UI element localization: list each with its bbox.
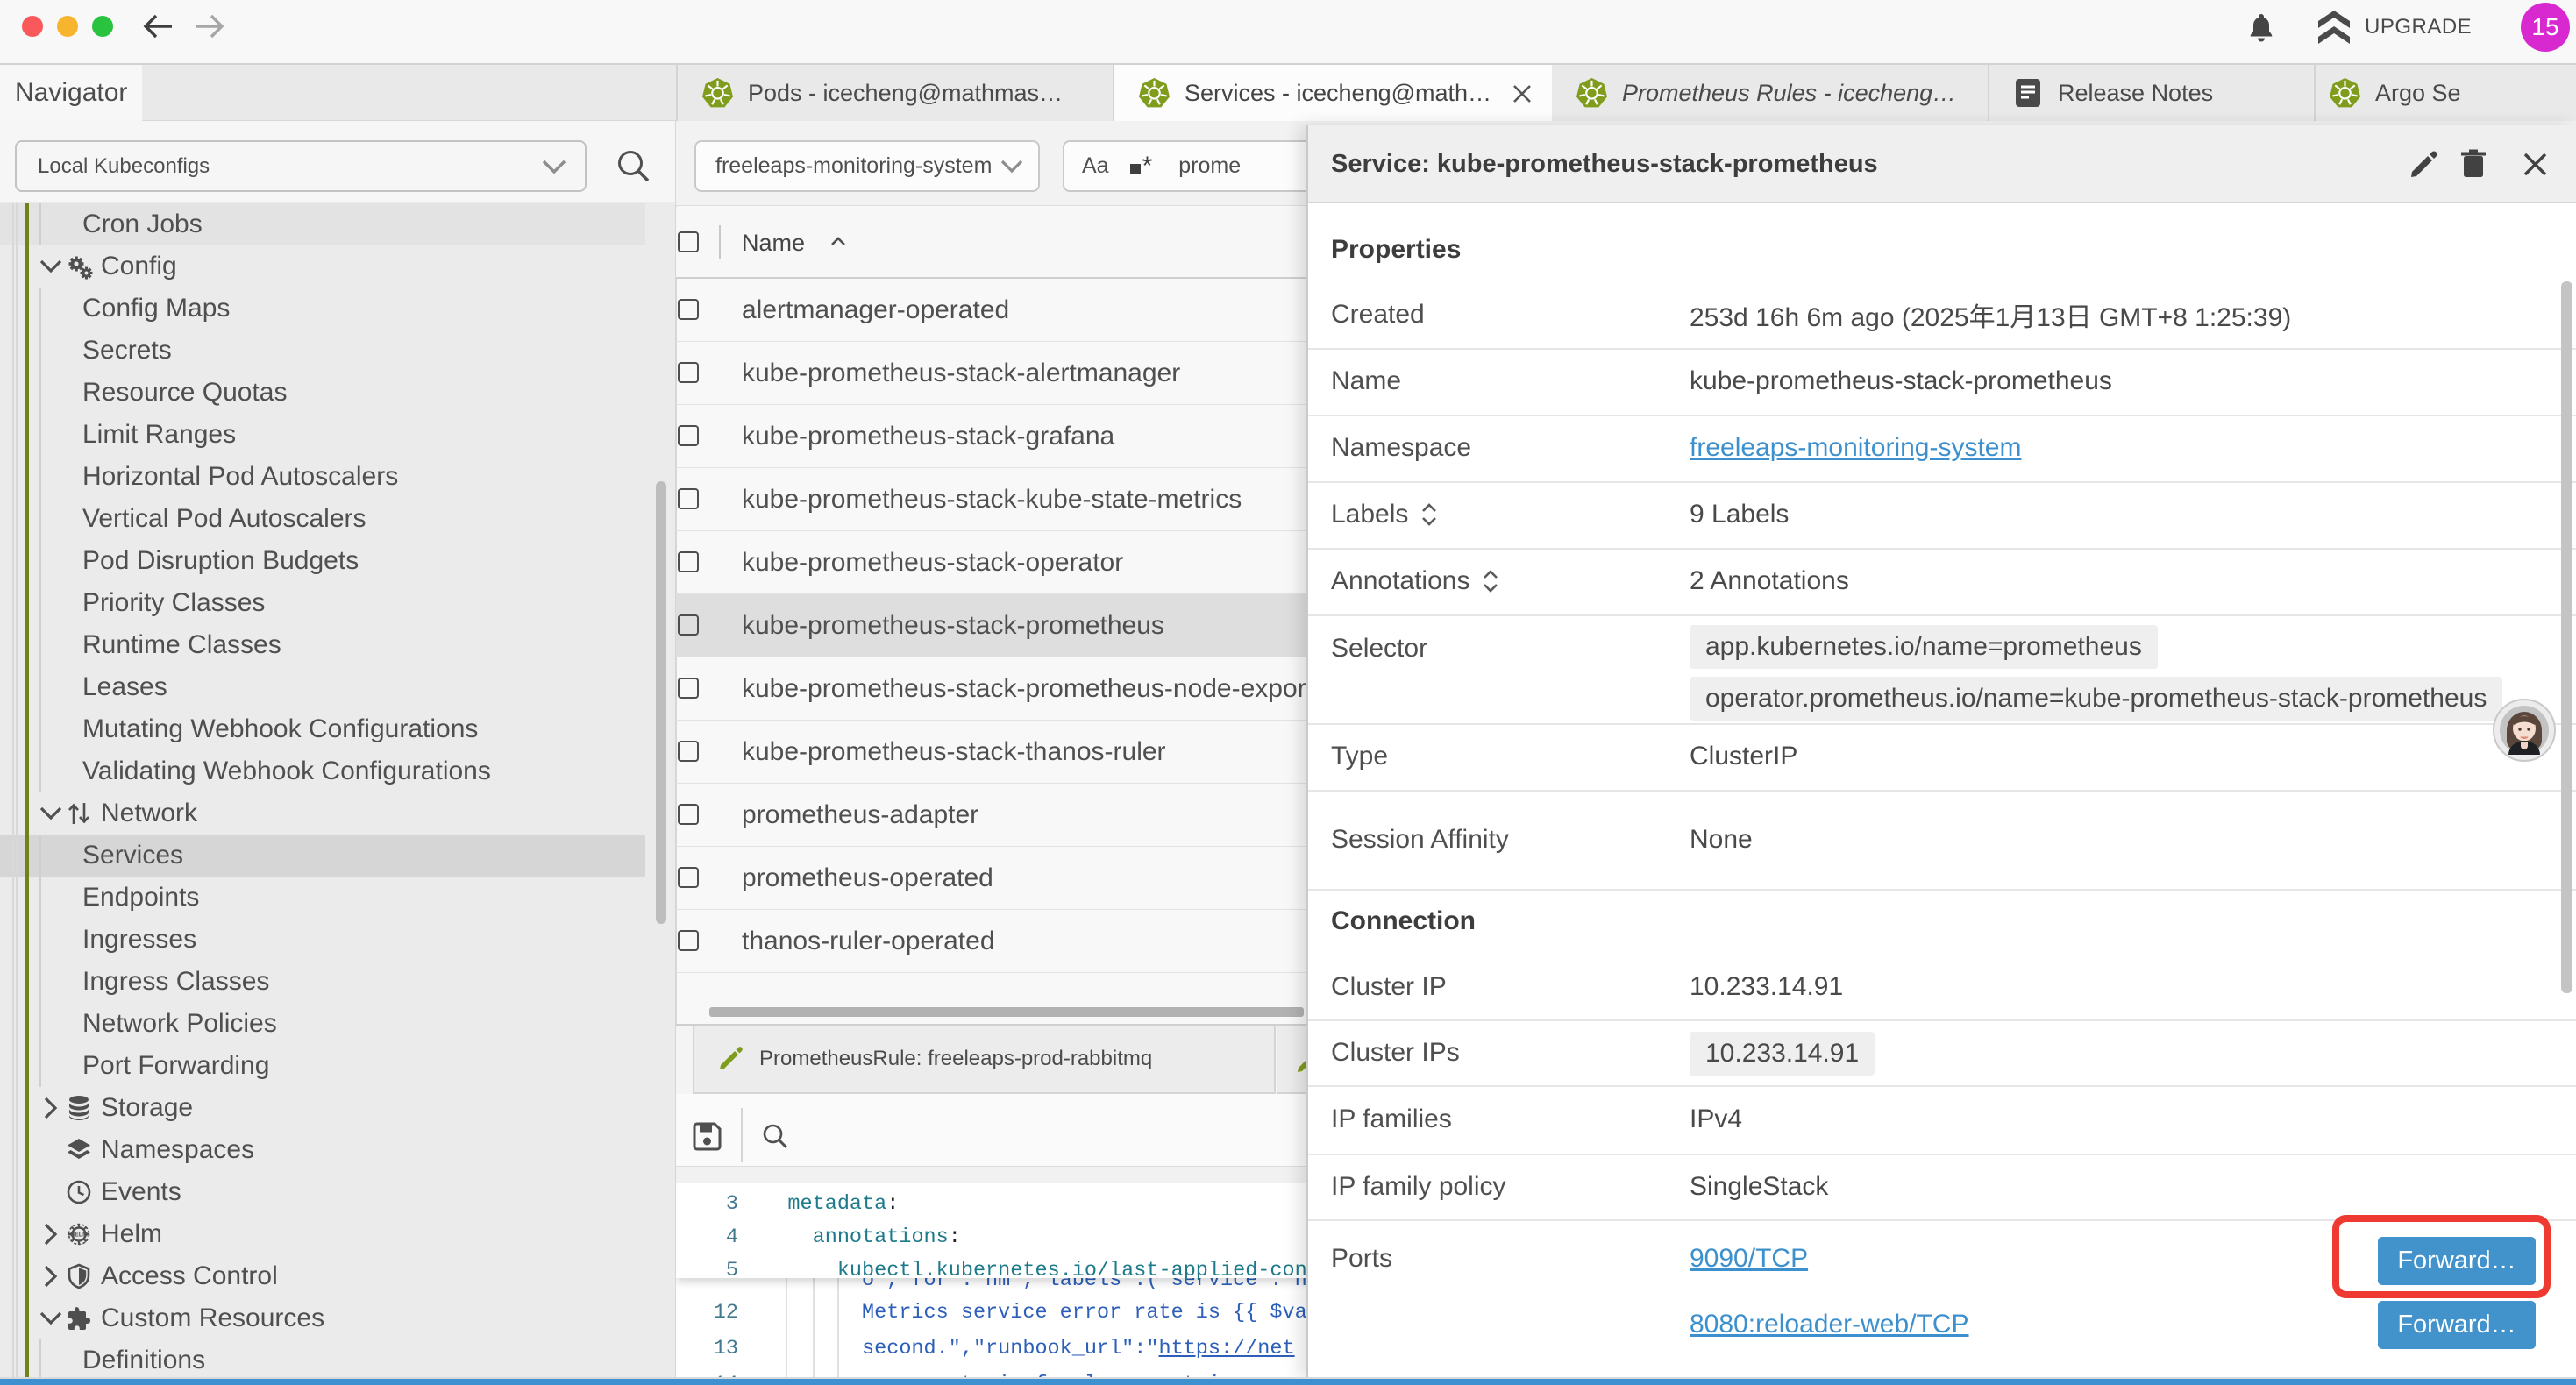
svg-text:HELM: HELM bbox=[70, 1232, 88, 1239]
